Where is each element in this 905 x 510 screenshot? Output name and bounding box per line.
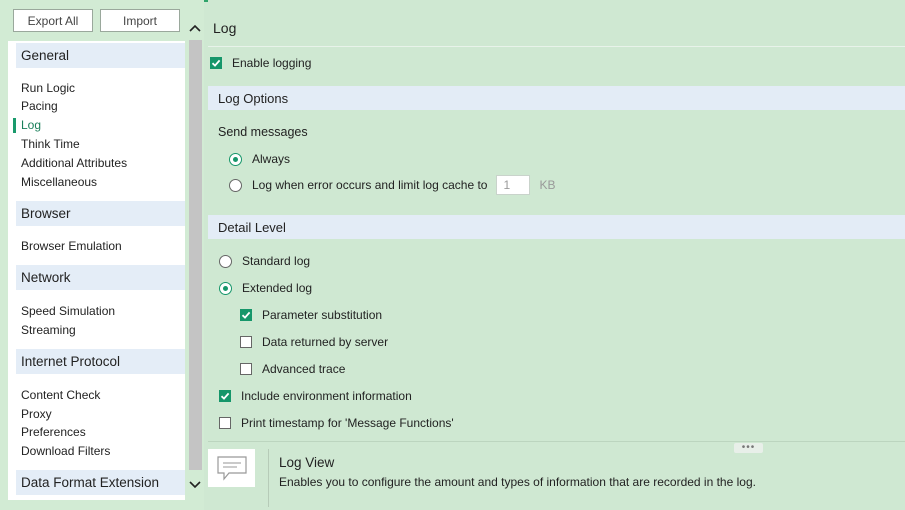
resize-grip[interactable]: ••• bbox=[734, 443, 763, 453]
active-indicator bbox=[13, 118, 16, 133]
nav-item-miscellaneous[interactable]: Miscellaneous bbox=[21, 175, 97, 190]
parameter-substitution-row: Parameter substitution bbox=[240, 308, 382, 322]
help-separator bbox=[268, 449, 269, 507]
log-settings-panel: Log Enable logging Log Options Send mess… bbox=[208, 0, 905, 510]
help-description: Enables you to configure the amount and … bbox=[279, 475, 756, 489]
include-environment-label: Include environment information bbox=[241, 389, 412, 403]
advanced-trace-checkbox[interactable] bbox=[240, 363, 252, 375]
import-button[interactable]: Import bbox=[100, 9, 180, 32]
standard-log-row: Standard log bbox=[219, 254, 310, 268]
message-bubble-icon bbox=[208, 449, 255, 487]
nav-group-data-format-extension: Data Format Extension bbox=[16, 470, 185, 495]
nav-item-streaming[interactable]: Streaming bbox=[21, 323, 76, 338]
extended-log-row: Extended log bbox=[219, 281, 312, 295]
data-returned-label: Data returned by server bbox=[262, 335, 389, 349]
nav-item-proxy[interactable]: Proxy bbox=[21, 407, 52, 422]
nav-item-additional-attributes[interactable]: Additional Attributes bbox=[21, 156, 127, 171]
help-divider bbox=[208, 441, 905, 442]
print-timestamp-row: Print timestamp for 'Message Functions' bbox=[219, 416, 454, 430]
enable-logging-row: Enable logging bbox=[210, 56, 311, 70]
page-title: Log bbox=[213, 20, 237, 36]
chevron-down-icon[interactable] bbox=[186, 477, 204, 493]
extended-log-label: Extended log bbox=[242, 281, 313, 295]
detail-level-header: Detail Level bbox=[208, 215, 905, 239]
always-label: Always bbox=[252, 152, 291, 166]
log-cache-size-input[interactable] bbox=[496, 175, 531, 195]
scrollbar-thumb[interactable] bbox=[189, 40, 202, 470]
log-options-header: Log Options bbox=[208, 86, 905, 110]
help-title: Log View bbox=[279, 455, 335, 470]
include-environment-row: Include environment information bbox=[219, 389, 412, 403]
nav-item-log[interactable]: Log bbox=[21, 118, 41, 133]
parameter-substitution-checkbox[interactable] bbox=[240, 309, 252, 321]
print-timestamp-label: Print timestamp for 'Message Functions' bbox=[241, 416, 454, 430]
check-icon bbox=[220, 392, 230, 400]
nav-group-browser: Browser bbox=[16, 201, 185, 226]
always-radio[interactable] bbox=[229, 152, 242, 166]
nav-item-speed-simulation[interactable]: Speed Simulation bbox=[21, 304, 115, 319]
enable-logging-label: Enable logging bbox=[232, 56, 312, 70]
nav-item-content-check[interactable]: Content Check bbox=[21, 388, 100, 403]
nav-item-download-filters[interactable]: Download Filters bbox=[21, 444, 110, 459]
parameter-substitution-label: Parameter substitution bbox=[262, 308, 383, 322]
standard-log-label: Standard log bbox=[242, 254, 311, 268]
extended-log-radio[interactable] bbox=[219, 281, 232, 295]
on-error-radio[interactable] bbox=[229, 178, 242, 192]
print-timestamp-checkbox[interactable] bbox=[219, 417, 231, 429]
on-error-row: Log when error occurs and limit log cach… bbox=[229, 175, 555, 195]
on-error-label: Log when error occurs and limit log cach… bbox=[252, 178, 488, 192]
send-messages-label: Send messages bbox=[218, 125, 308, 139]
standard-log-radio[interactable] bbox=[219, 254, 232, 268]
advanced-trace-row: Advanced trace bbox=[240, 362, 345, 376]
check-icon bbox=[211, 59, 221, 67]
nav-item-run-logic[interactable]: Run Logic bbox=[21, 81, 75, 96]
nav-item-think-time[interactable]: Think Time bbox=[21, 137, 80, 152]
nav-item-browser-emulation[interactable]: Browser Emulation bbox=[21, 239, 122, 254]
advanced-trace-label: Advanced trace bbox=[262, 362, 346, 376]
settings-sidebar: Export All Import General Run Logic Paci… bbox=[0, 0, 204, 510]
nav-group-general: General bbox=[16, 43, 185, 68]
export-all-button[interactable]: Export All bbox=[13, 9, 93, 32]
settings-nav-list: General Run Logic Pacing Log Think Time … bbox=[8, 41, 185, 500]
check-icon bbox=[241, 311, 251, 319]
title-divider bbox=[208, 46, 905, 47]
nav-group-internet-protocol: Internet Protocol bbox=[16, 349, 185, 374]
nav-item-pacing[interactable]: Pacing bbox=[21, 99, 58, 114]
enable-logging-checkbox[interactable] bbox=[210, 57, 222, 69]
nav-group-network: Network bbox=[16, 265, 185, 290]
always-row: Always bbox=[229, 152, 290, 166]
nav-scrollbar[interactable] bbox=[186, 20, 204, 498]
chevron-up-icon[interactable] bbox=[186, 20, 204, 36]
nav-item-preferences[interactable]: Preferences bbox=[21, 425, 86, 440]
cache-unit-label: KB bbox=[539, 178, 556, 192]
data-returned-row: Data returned by server bbox=[240, 335, 388, 349]
include-environment-checkbox[interactable] bbox=[219, 390, 231, 402]
data-returned-checkbox[interactable] bbox=[240, 336, 252, 348]
